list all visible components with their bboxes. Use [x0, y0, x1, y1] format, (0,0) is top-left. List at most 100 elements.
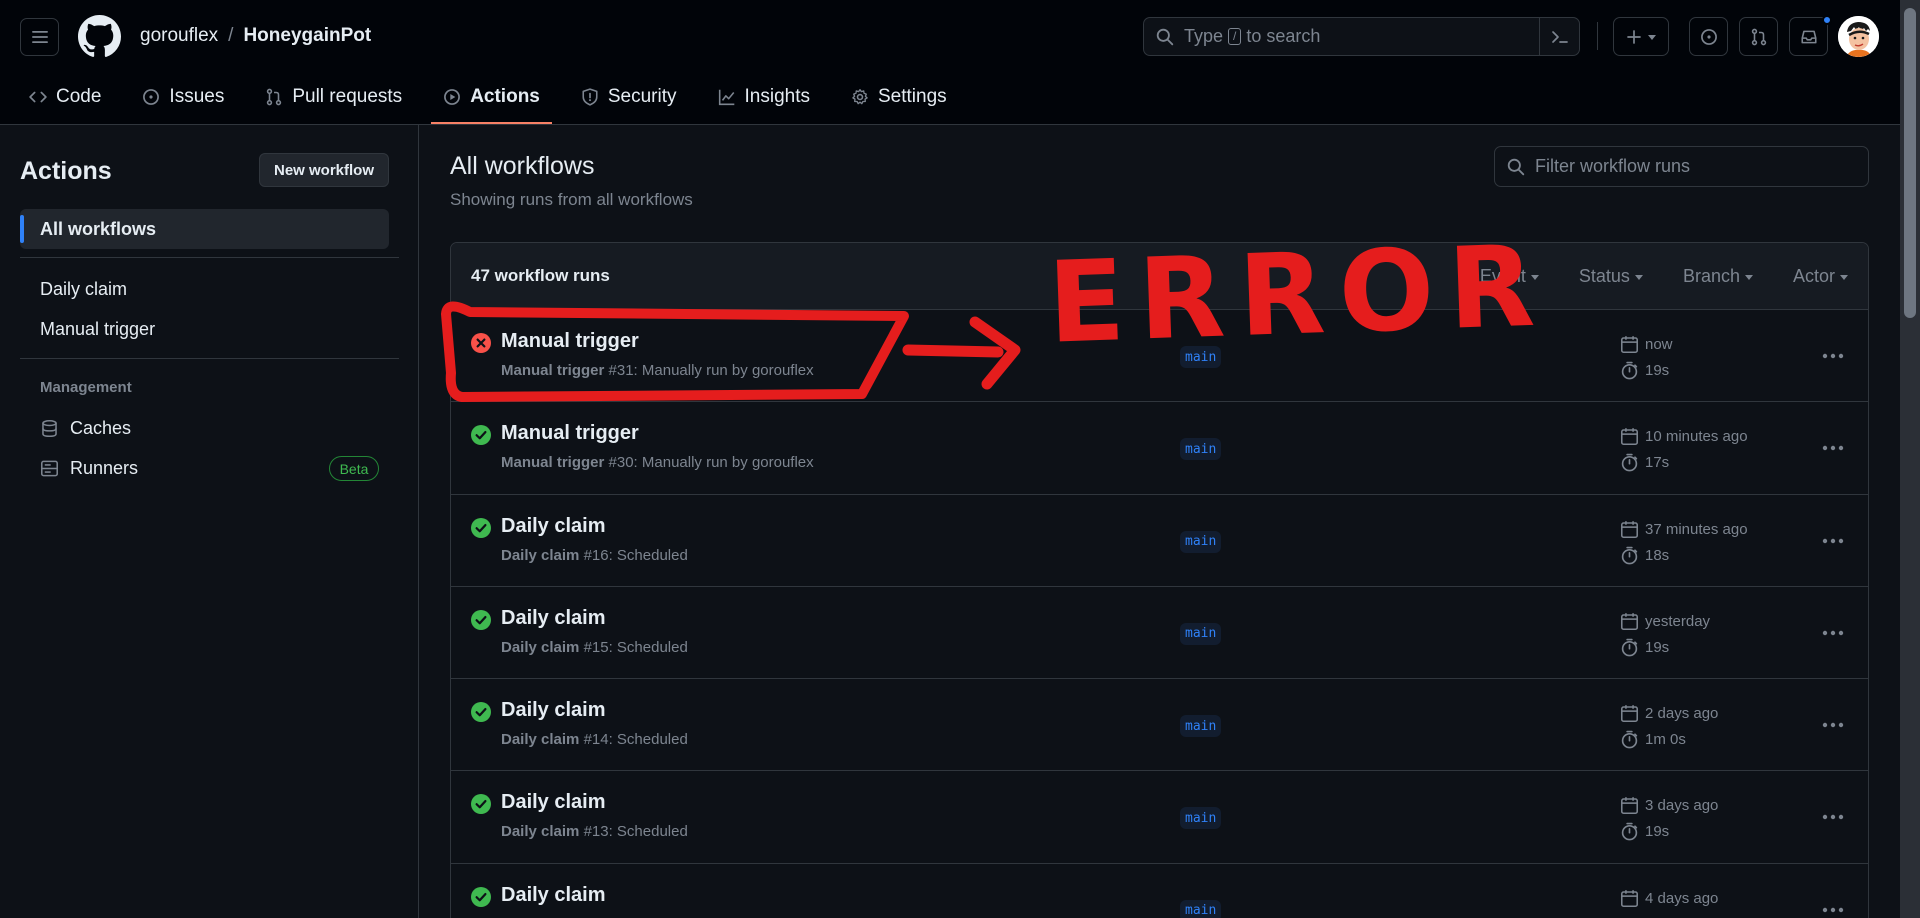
kebab-horizontal-icon[interactable]	[1820, 807, 1846, 827]
run-duration: 1m 0s	[1620, 730, 1686, 749]
branch-tag[interactable]: main	[1180, 530, 1222, 553]
tab-insights[interactable]: Insights	[706, 76, 822, 118]
page-scrollbar[interactable]	[1900, 0, 1920, 918]
run-duration-text: 19s	[1645, 638, 1670, 656]
sidebar-title: Actions	[20, 157, 112, 185]
run-workflow-name: Manual trigger	[501, 362, 605, 379]
kebab-horizontal-icon[interactable]	[1820, 900, 1846, 918]
run-detail: #13: Scheduled	[583, 823, 688, 841]
branch-tag[interactable]: main	[1180, 899, 1222, 918]
run-title-link[interactable]: Daily claim	[501, 884, 606, 907]
server-icon	[40, 459, 59, 478]
calendar-icon	[1620, 796, 1639, 815]
run-duration-text: 18s	[1645, 546, 1670, 564]
run-title-link[interactable]: Daily claim	[501, 699, 606, 722]
run-duration: 19s	[1620, 638, 1669, 657]
run-title-link[interactable]: Daily claim	[501, 515, 606, 538]
run-title-link[interactable]: Manual trigger	[501, 422, 639, 445]
check-circle-fill-icon	[471, 425, 491, 446]
command-palette-button[interactable]	[1539, 18, 1579, 55]
issues-button[interactable]	[1689, 17, 1728, 56]
menu-button[interactable]	[20, 18, 59, 56]
actor-filter-dropdown[interactable]: Actor	[1793, 266, 1848, 287]
status-filter-dropdown[interactable]: Status	[1579, 266, 1643, 287]
avatar[interactable]	[1838, 16, 1879, 57]
create-new-button[interactable]	[1613, 17, 1669, 56]
repo-name-link[interactable]: HoneygainPot	[243, 25, 371, 47]
run-when-text: yesterday	[1645, 612, 1711, 630]
kebab-horizontal-icon[interactable]	[1820, 715, 1846, 735]
run-title-link[interactable]: Manual trigger	[501, 330, 639, 353]
beta-badge: Beta	[329, 456, 379, 481]
tab-security[interactable]: Security	[569, 76, 689, 118]
repo-owner-link[interactable]: gorouflex	[140, 25, 218, 47]
branch-tag[interactable]: main	[1180, 622, 1222, 645]
user-avatar-image	[1838, 16, 1879, 57]
actions-sidebar: Actions New workflow All workflows Daily…	[0, 125, 419, 918]
stopwatch-icon	[1620, 638, 1639, 657]
table-row[interactable]: Daily claim main 4 days ago	[451, 864, 1868, 918]
sidebar-item-manual-trigger[interactable]: Manual trigger	[40, 319, 155, 340]
run-meta: Daily claim #16: Scheduled	[501, 547, 688, 564]
table-row[interactable]: Daily claim Daily claim #16: Scheduled mai…	[451, 495, 1868, 587]
branch-tag[interactable]: main	[1180, 715, 1222, 738]
check-circle-fill-icon	[471, 517, 491, 538]
code-icon	[29, 88, 47, 106]
run-meta: Daily claim #13: Scheduled	[501, 823, 688, 840]
tab-issues[interactable]: Issues	[130, 76, 236, 118]
branch-tag[interactable]: main	[1180, 346, 1222, 368]
kebab-horizontal-icon[interactable]	[1820, 531, 1846, 551]
calendar-icon	[1620, 704, 1639, 723]
kebab-horizontal-icon[interactable]	[1820, 346, 1846, 366]
tab-pull-requests-label: Pull requests	[292, 86, 403, 107]
search-icon	[1156, 28, 1174, 46]
table-row[interactable]: Daily claim Daily claim #15: Scheduled mai…	[451, 587, 1868, 680]
sidebar-item-daily-claim[interactable]: Daily claim	[40, 279, 127, 300]
play-icon	[443, 88, 461, 106]
scrollbar-thumb[interactable]	[1904, 8, 1916, 318]
run-timestamp: yesterday	[1620, 612, 1710, 631]
pull-requests-button[interactable]	[1739, 17, 1778, 56]
search-input[interactable]: Type / to search	[1143, 17, 1580, 56]
chevron-down-icon	[1840, 275, 1848, 280]
branch-filter-dropdown[interactable]: Branch	[1683, 266, 1753, 287]
branch-tag[interactable]: main	[1180, 438, 1222, 461]
run-duration-text: 1m 0s	[1645, 731, 1686, 749]
sidebar-item-all-workflows[interactable]: All workflows	[20, 209, 389, 249]
chevron-down-icon	[1648, 35, 1656, 40]
tab-security-label: Security	[607, 86, 677, 107]
run-title-link[interactable]: Daily claim	[501, 607, 606, 630]
tab-pull-requests[interactable]: Pull requests	[253, 76, 414, 118]
inbox-icon	[1800, 28, 1818, 46]
tab-code[interactable]: Code	[17, 76, 113, 118]
table-row[interactable]: Manual trigger Manual trigger #30: Manual…	[451, 402, 1868, 495]
run-timestamp: 10 minutes ago	[1620, 427, 1748, 446]
sidebar-item-caches[interactable]: Caches	[40, 418, 131, 439]
run-title-link[interactable]: Daily claim	[501, 791, 606, 814]
table-row[interactable]: Daily claim Daily claim #14: Scheduled mai…	[451, 679, 1868, 772]
run-workflow-name: Daily claim	[501, 731, 580, 749]
kebab-horizontal-icon[interactable]	[1820, 438, 1846, 458]
github-logo-icon[interactable]	[78, 15, 121, 58]
kebab-horizontal-icon[interactable]	[1820, 623, 1846, 643]
run-when-text: now	[1645, 336, 1673, 353]
table-row[interactable]: Daily claim Daily claim #13: Scheduled mai…	[451, 771, 1868, 864]
status-filter-label: Status	[1578, 266, 1630, 286]
run-duration: 19s	[1620, 361, 1669, 380]
search-shortcut-key: /	[1228, 28, 1242, 45]
run-duration-text: 17s	[1645, 454, 1670, 472]
event-filter-label: Event	[1479, 266, 1526, 286]
filter-workflow-runs-input[interactable]: Filter workflow runs	[1494, 146, 1869, 187]
sidebar-item-runners[interactable]: Runners	[40, 458, 138, 479]
new-workflow-button[interactable]: New workflow	[259, 153, 389, 187]
event-filter-dropdown[interactable]: Event	[1480, 266, 1539, 287]
repo-nav: Code Issues Pull requests Actions Securi…	[0, 76, 959, 125]
tab-actions[interactable]: Actions	[431, 76, 552, 124]
run-when-text: 2 days ago	[1645, 705, 1719, 723]
tab-settings[interactable]: Settings	[839, 76, 959, 118]
chevron-down-icon	[1744, 275, 1753, 280]
stopwatch-icon	[1620, 361, 1639, 380]
graph-icon	[718, 88, 736, 106]
branch-tag[interactable]: main	[1180, 807, 1222, 830]
table-row[interactable]: Manual trigger Manual trigger #31: Manual…	[451, 310, 1868, 403]
